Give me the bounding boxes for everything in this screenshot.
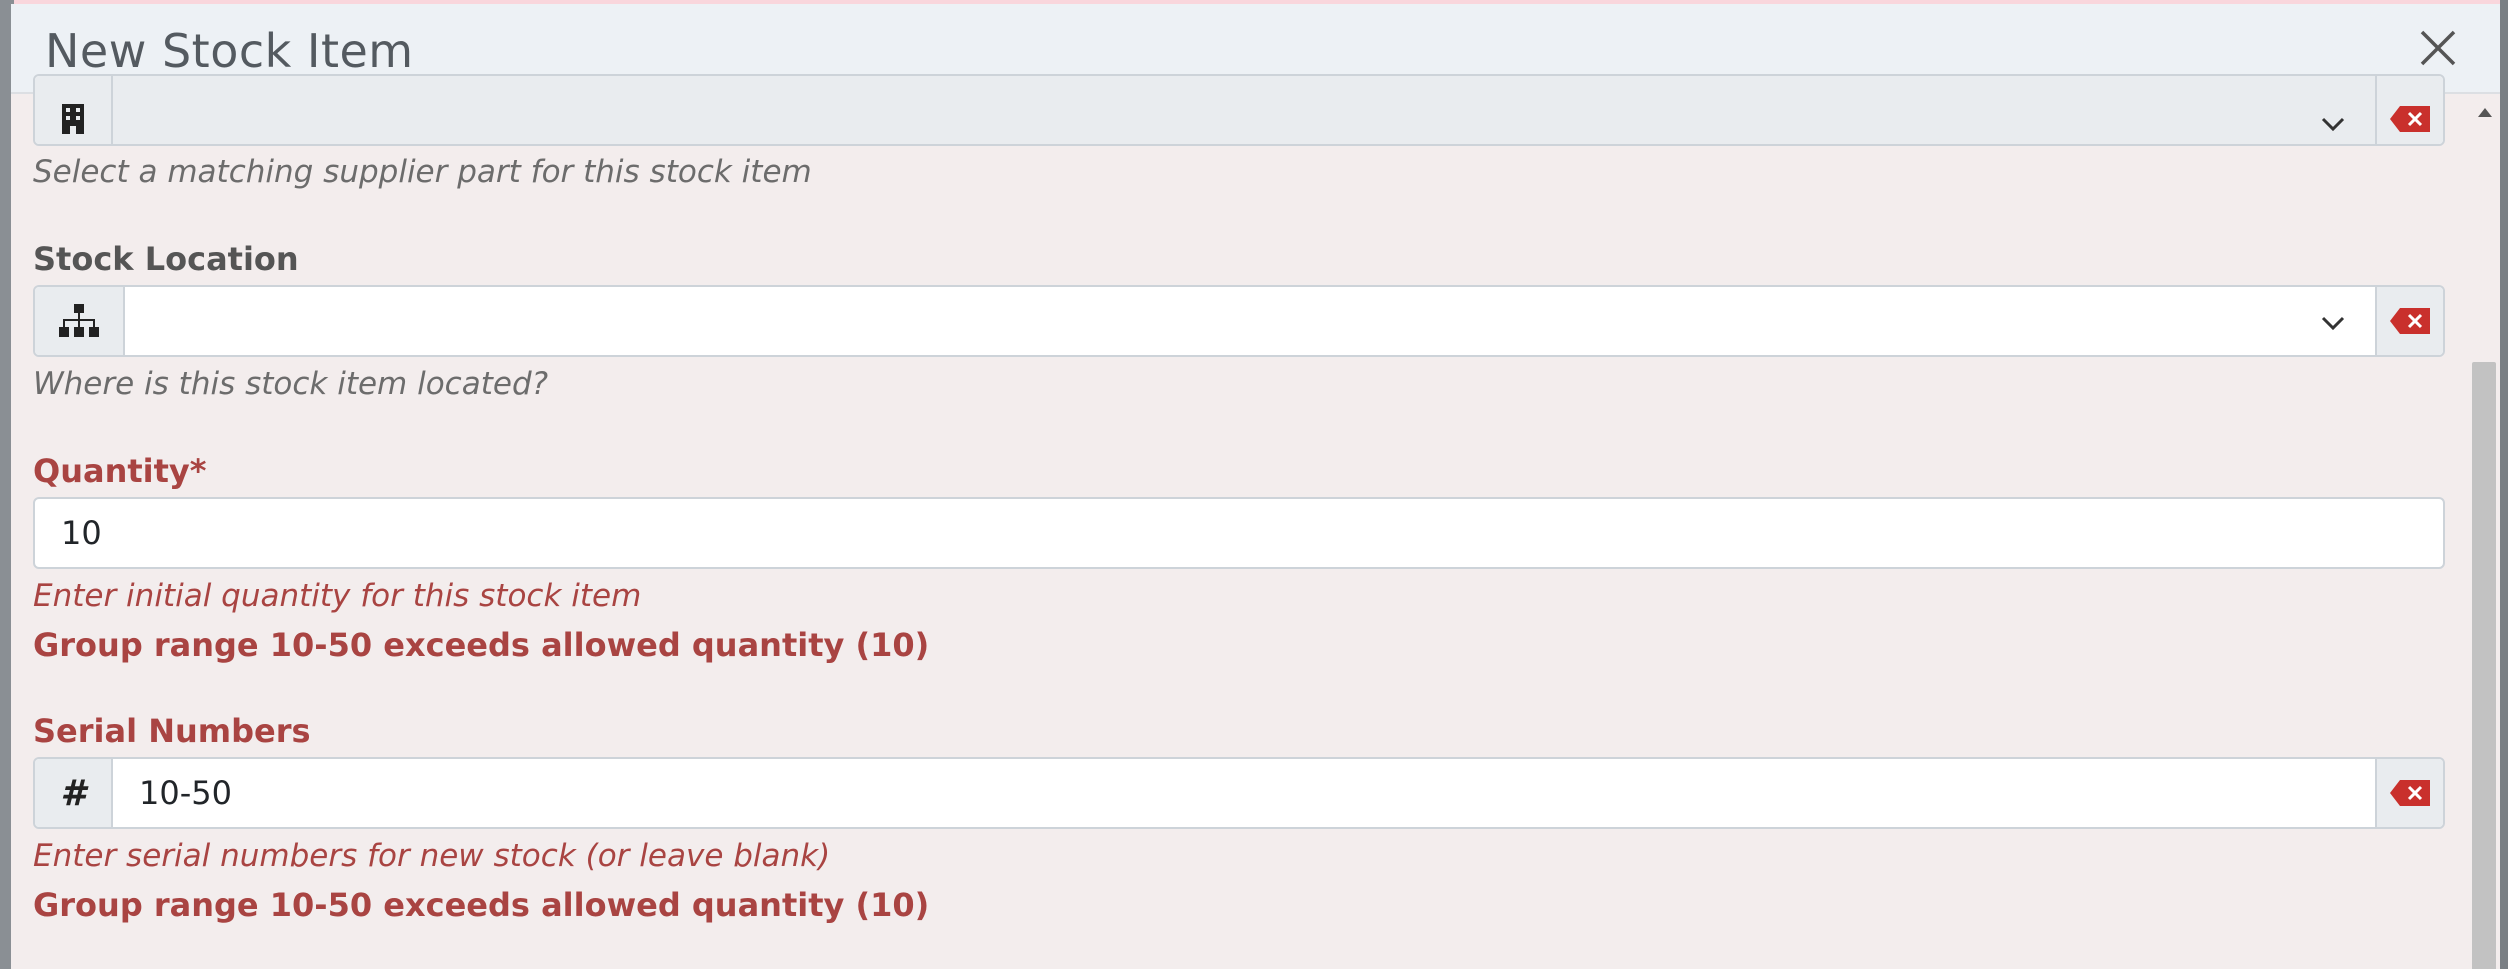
clear-icon: [2390, 780, 2430, 806]
page-backdrop-right: [2500, 0, 2508, 969]
building-icon: [62, 104, 84, 134]
new-stock-item-modal: New Stock Item Select a matching supplie…: [11, 4, 2500, 969]
hash-icon: #: [60, 772, 86, 814]
serial-numbers-error: Group range 10-50 exceeds allowed quanti…: [33, 886, 930, 924]
clear-icon: [2390, 106, 2430, 132]
quantity-input[interactable]: 10: [35, 499, 2443, 567]
scrollbar-thumb[interactable]: [2472, 362, 2496, 969]
supplier-part-field: [33, 74, 2445, 146]
supplier-part-clear-button[interactable]: [2375, 76, 2443, 144]
modal-body: Select a matching supplier part for this…: [11, 74, 2500, 969]
quantity-field: 10: [33, 497, 2445, 569]
serial-numbers-help: Enter serial numbers for new stock (or l…: [33, 838, 831, 874]
stock-location-addon: [35, 287, 125, 355]
supplier-part-addon: [35, 76, 113, 144]
stock-location-help: Where is this stock item located?: [33, 366, 549, 402]
serial-numbers-addon: #: [35, 759, 113, 827]
serial-numbers-input[interactable]: 10-50: [113, 759, 2375, 827]
scroll-up-arrow-icon[interactable]: [2476, 104, 2494, 122]
close-icon: [2420, 30, 2456, 66]
quantity-label: Quantity*: [33, 452, 207, 490]
supplier-part-help: Select a matching supplier part for this…: [33, 154, 812, 190]
clear-icon: [2390, 308, 2430, 334]
quantity-error: Group range 10-50 exceeds allowed quanti…: [33, 626, 930, 664]
stock-location-field: [33, 285, 2445, 357]
sitemap-icon: [59, 304, 99, 337]
modal-title: New Stock Item: [45, 24, 414, 78]
serial-numbers-field: # 10-50: [33, 757, 2445, 829]
stock-location-clear-button[interactable]: [2375, 287, 2443, 355]
supplier-part-select[interactable]: [113, 76, 2375, 144]
quantity-help: Enter initial quantity for this stock it…: [33, 578, 642, 614]
stock-location-label: Stock Location: [33, 240, 299, 278]
chevron-down-icon: [2321, 117, 2345, 132]
serial-numbers-clear-button[interactable]: [2375, 759, 2443, 827]
stock-location-select[interactable]: [125, 287, 2375, 355]
serial-numbers-label: Serial Numbers: [33, 712, 311, 750]
close-button[interactable]: [2416, 26, 2460, 70]
chevron-down-icon: [2321, 316, 2345, 331]
